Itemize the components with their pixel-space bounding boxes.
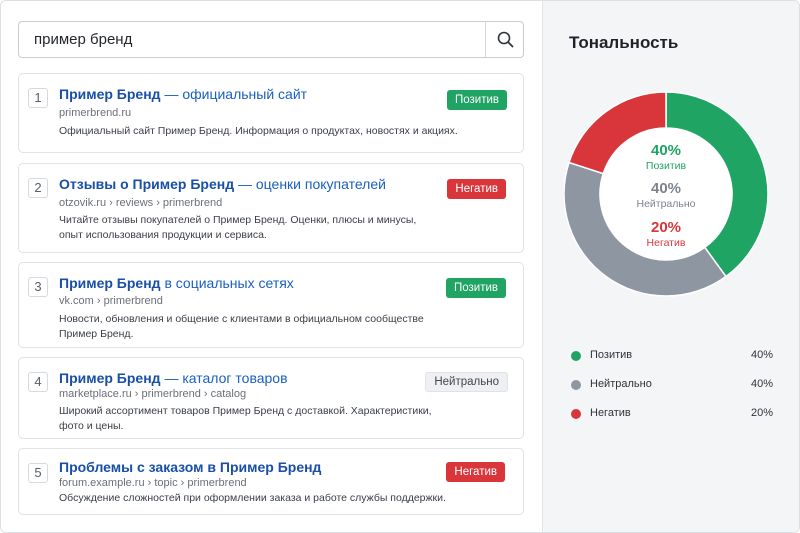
- result-title-brand: Пример Бренд: [59, 370, 161, 386]
- result-number: 3: [28, 277, 48, 297]
- sentiment-badge: Позитив: [446, 90, 507, 110]
- result-number: 1: [28, 88, 48, 108]
- result-title-rest: в социальных сетях: [160, 275, 294, 291]
- center-neutral: 40% Нейтрально: [616, 180, 716, 210]
- legend-item-positive: Позитив 40%: [571, 348, 773, 364]
- legend-dot: [571, 351, 581, 361]
- result-title-rest: — официальный сайт: [160, 86, 308, 102]
- app-window: 1 Пример Бренд — официальный сайт primer…: [0, 0, 800, 533]
- result-url: otzovik.ru › reviews › primerbrend: [59, 197, 223, 209]
- center-positive: 40% Позитив: [616, 142, 716, 172]
- legend-dot: [571, 409, 581, 419]
- center-neutral-pct: 40%: [650, 180, 682, 197]
- result-title-brand: Пример Бренд: [59, 275, 161, 291]
- sentiment-panel: Тональность 40% Позитив 40% Нейтрально 2…: [542, 1, 799, 532]
- result-url: marketplace.ru › primerbrend › catalog: [59, 388, 247, 400]
- sentiment-badge: Нейтрально: [425, 372, 508, 392]
- result-card: 5 Проблемы с заказом в Пример Бренд foru…: [18, 448, 524, 515]
- result-title-link[interactable]: Пример Бренд в социальных сетях: [59, 275, 294, 291]
- center-positive-label: Позитив: [645, 160, 687, 172]
- result-card: 4 Пример Бренд — каталог товаров marketp…: [18, 357, 524, 439]
- results-column: 1 Пример Бренд — официальный сайт primer…: [1, 1, 542, 532]
- result-title-link[interactable]: Пример Бренд — каталог товаров: [59, 370, 288, 386]
- legend-item-negative: Негатив 20%: [571, 406, 773, 422]
- legend-label: Негатив: [590, 407, 631, 419]
- search-icon: [497, 31, 514, 48]
- result-title-brand: Пример Бренд: [59, 86, 161, 102]
- result-description: Новости, обновления и общение с клиентам…: [59, 313, 424, 340]
- legend-label: Позитив: [590, 349, 633, 361]
- result-description: Читайте отзывы покупателей о Пример Брен…: [59, 214, 417, 241]
- panel-heading: Тональность: [569, 33, 679, 52]
- legend-value: 20%: [750, 407, 773, 419]
- legend-item-neutral: Нейтрально 40%: [571, 377, 773, 393]
- result-number: 4: [28, 372, 48, 392]
- result-description: Официальный сайт Пример Бренд. Информаци…: [59, 125, 458, 137]
- sentiment-badge: Негатив: [446, 462, 505, 482]
- center-neutral-label: Нейтрально: [636, 198, 696, 210]
- center-positive-pct: 40%: [650, 142, 682, 159]
- result-card: 2 Отзывы о Пример Бренд — оценки покупат…: [18, 163, 524, 253]
- result-title-link[interactable]: Пример Бренд — официальный сайт: [59, 86, 307, 102]
- result-card: 1 Пример Бренд — официальный сайт primer…: [18, 73, 524, 153]
- search-input[interactable]: [19, 22, 485, 57]
- result-number: 2: [28, 178, 48, 198]
- center-negative-pct: 20%: [650, 219, 682, 236]
- search-button[interactable]: [486, 22, 524, 57]
- result-title-link[interactable]: Отзывы о Пример Бренд — оценки покупател…: [59, 176, 386, 192]
- result-title-rest: — оценки покупателей: [234, 176, 386, 192]
- result-url: primerbrend.ru: [59, 107, 132, 119]
- legend-value: 40%: [750, 349, 773, 361]
- center-negative-label: Негатив: [646, 237, 686, 249]
- result-title-rest: — каталог товаров: [160, 370, 288, 386]
- result-url: forum.example.ru › topic › primerbrend: [59, 477, 247, 489]
- result-title-brand: Отзывы о Пример Бренд: [59, 176, 235, 192]
- result-description: Обсуждение сложностей при оформлении зак…: [59, 492, 446, 504]
- legend-label: Нейтрально: [590, 378, 652, 390]
- legend-value: 40%: [750, 378, 773, 390]
- sentiment-badge: Позитив: [445, 278, 506, 298]
- result-number: 5: [28, 463, 48, 483]
- result-card: 3 Пример Бренд в социальных сетях vk.com…: [18, 262, 524, 348]
- result-url: vk.com › primerbrend: [59, 295, 163, 307]
- legend-dot: [571, 380, 581, 390]
- result-description: Широкий ассортимент товаров Пример Бренд…: [59, 405, 432, 432]
- result-title-link[interactable]: Проблемы с заказом в Пример Бренд: [59, 459, 321, 475]
- search-bar: [18, 21, 524, 58]
- center-negative: 20% Негатив: [616, 219, 716, 249]
- sentiment-badge: Негатив: [447, 179, 506, 199]
- result-title-brand: Проблемы с заказом в Пример Бренд: [59, 459, 322, 475]
